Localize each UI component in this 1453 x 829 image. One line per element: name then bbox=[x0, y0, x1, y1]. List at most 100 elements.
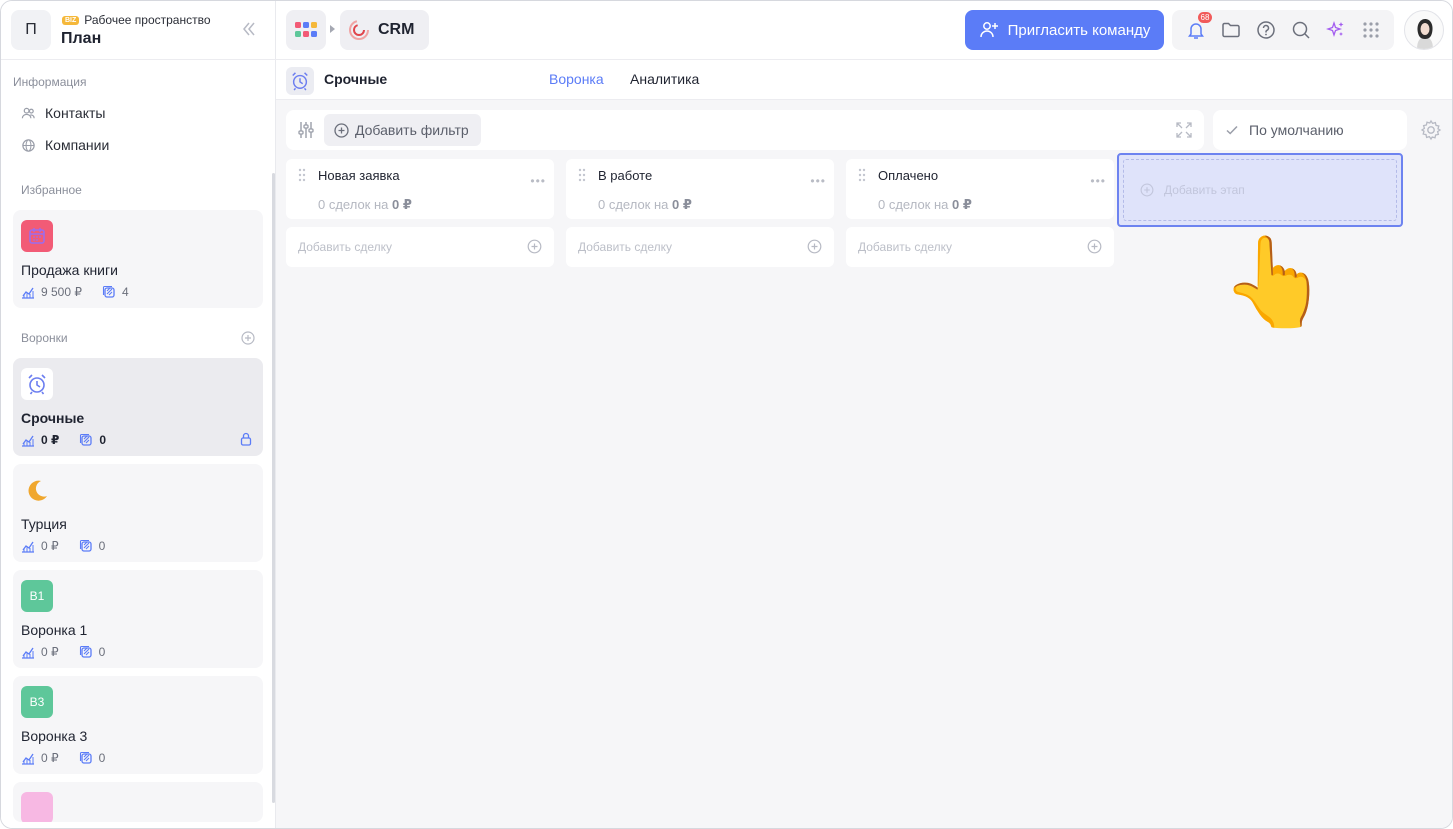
alarm-clock-icon bbox=[21, 368, 53, 400]
deals-icon bbox=[102, 285, 115, 298]
app-window: П BIZ Рабочее пространство План Информац… bbox=[0, 0, 1453, 829]
sidebar-item-contacts[interactable]: Контакты bbox=[21, 105, 105, 121]
stage-amount: 0 ₽ bbox=[952, 197, 972, 212]
workspace-avatar[interactable]: П bbox=[11, 10, 51, 50]
add-deal-button[interactable]: Добавить сделку bbox=[566, 227, 834, 267]
more-options-icon[interactable]: ••• bbox=[1090, 174, 1106, 188]
funnel-amount: 0 ₽ bbox=[41, 645, 59, 659]
add-deal-button[interactable]: Добавить сделку bbox=[286, 227, 554, 267]
drag-handle-icon[interactable] bbox=[578, 168, 586, 182]
workspace-header[interactable]: П BIZ Рабочее пространство План bbox=[1, 1, 276, 60]
globe-icon bbox=[22, 138, 35, 152]
invite-team-button[interactable]: Пригласить команду bbox=[965, 10, 1164, 50]
filter-bar: Добавить фильтр bbox=[286, 110, 1204, 150]
add-stage-button[interactable]: Добавить этап bbox=[1117, 153, 1403, 227]
drag-handle-icon[interactable] bbox=[858, 168, 866, 182]
plus-circle-icon bbox=[334, 122, 349, 138]
funnel-count: 0 bbox=[99, 433, 107, 447]
stage-name: Оплачено bbox=[878, 168, 939, 183]
lock-icon bbox=[240, 432, 252, 446]
files-button[interactable] bbox=[1220, 19, 1242, 41]
search-icon bbox=[1292, 21, 1310, 39]
apps-launcher-button[interactable] bbox=[286, 10, 326, 50]
toolbar-icons: 68 bbox=[1172, 10, 1394, 50]
workspace-title: План bbox=[61, 30, 102, 47]
search-button[interactable] bbox=[1290, 19, 1312, 41]
add-filter-label: Добавить фильтр bbox=[355, 122, 469, 138]
funnel-name: Воронка 3 bbox=[21, 728, 88, 744]
pointing-hand-icon: 👆 bbox=[1220, 232, 1330, 331]
funnel-count: 0 bbox=[98, 645, 106, 659]
funnel-card-voronka-3[interactable]: В3 Воронка 3 0 ₽ 0 bbox=[13, 676, 263, 774]
ai-assistant-button[interactable] bbox=[1325, 19, 1347, 41]
drag-handle-icon[interactable] bbox=[298, 168, 306, 182]
invite-team-label: Пригласить команду bbox=[1007, 21, 1151, 39]
stage-column-header[interactable]: В работе ••• 0 сделок на 0 ₽ bbox=[566, 159, 834, 219]
tab-funnel[interactable]: Воронка bbox=[549, 71, 604, 87]
crm-app-button[interactable]: CRM bbox=[340, 10, 429, 50]
more-apps-button[interactable] bbox=[1360, 19, 1382, 41]
funnel-stats: 0 ₽ 0 bbox=[21, 539, 105, 553]
bell-icon bbox=[1187, 23, 1204, 39]
notifications-button[interactable]: 68 bbox=[1185, 12, 1213, 41]
add-deal-button[interactable]: Добавить сделку bbox=[846, 227, 1114, 267]
gear-icon[interactable] bbox=[1420, 119, 1442, 141]
stage-column-header[interactable]: Новая заявка ••• 0 сделок на 0 ₽ bbox=[286, 159, 554, 219]
tab-analytics[interactable]: Аналитика bbox=[630, 71, 699, 87]
add-deal-label: Добавить сделку bbox=[298, 240, 393, 254]
view-preset-select[interactable]: По умолчанию bbox=[1213, 110, 1407, 150]
more-options-icon[interactable]: ••• bbox=[810, 174, 826, 188]
add-stage-dropzone[interactable]: Добавить этап bbox=[1123, 159, 1397, 221]
funnel-card-partial[interactable] bbox=[13, 782, 263, 822]
deals-icon bbox=[79, 539, 92, 552]
funnel-count: 0 bbox=[98, 539, 106, 553]
add-filter-button[interactable]: Добавить фильтр bbox=[324, 114, 481, 146]
check-icon bbox=[1226, 125, 1238, 135]
funnel-stats: 0 ₽ 0 bbox=[21, 751, 105, 765]
funnel-header: Срочные Воронка Аналитика bbox=[276, 60, 1452, 100]
funnel-name: Воронка 1 bbox=[21, 622, 88, 638]
contacts-label: Контакты bbox=[45, 105, 106, 121]
sidebar: П BIZ Рабочее пространство План Информац… bbox=[1, 1, 276, 828]
favorite-name: Продажа книги bbox=[21, 262, 118, 278]
stage-deals-text: 0 сделок на bbox=[318, 197, 389, 212]
collapse-sidebar-icon[interactable] bbox=[240, 19, 258, 39]
page-title: Срочные bbox=[324, 71, 388, 87]
workspace-subtitle-text: Рабочее пространство bbox=[84, 13, 211, 27]
funnel-initials-badge: В1 bbox=[21, 580, 53, 612]
funnel-card-voronka-1[interactable]: В1 Воронка 1 0 ₽ 0 bbox=[13, 570, 263, 668]
stage-column-header[interactable]: Оплачено ••• 0 сделок на 0 ₽ bbox=[846, 159, 1114, 219]
sidebar-scrollbar[interactable] bbox=[272, 173, 275, 803]
alarm-clock-icon bbox=[286, 67, 314, 95]
deals-icon bbox=[79, 645, 92, 658]
add-funnel-icon[interactable] bbox=[241, 331, 255, 345]
funnel-card-urgent[interactable]: Срочные 0 ₽ 0 bbox=[13, 358, 263, 456]
deals-icon bbox=[80, 433, 93, 446]
chart-icon bbox=[22, 753, 34, 765]
funnel-amount: 0 ₽ bbox=[41, 433, 60, 447]
companies-label: Компании bbox=[45, 137, 110, 153]
filter-settings-icon[interactable] bbox=[296, 120, 316, 140]
sidebar-item-companies[interactable]: Компании bbox=[21, 137, 109, 153]
funnel-amount: 0 ₽ bbox=[41, 751, 59, 765]
favorite-card-sale-book[interactable]: Продажа книги 9 500 ₽ 4 bbox=[13, 210, 263, 308]
crm-logo-icon bbox=[349, 20, 369, 40]
funnel-initials-badge bbox=[21, 792, 53, 822]
chart-icon bbox=[22, 541, 34, 553]
favorites-section-label: Избранное bbox=[21, 183, 82, 197]
expand-icon[interactable] bbox=[1174, 120, 1194, 140]
apps-grid-icon bbox=[295, 22, 317, 37]
funnel-count: 0 bbox=[98, 751, 106, 765]
sparkles-icon bbox=[1325, 20, 1343, 38]
help-button[interactable] bbox=[1255, 19, 1277, 41]
funnel-card-turkey[interactable]: Турция 0 ₽ 0 bbox=[13, 464, 263, 562]
funnel-stats: 0 ₽ 0 bbox=[21, 433, 106, 447]
favorite-amount: 9 500 ₽ bbox=[41, 285, 82, 299]
user-avatar[interactable] bbox=[1404, 10, 1444, 50]
help-icon bbox=[1256, 21, 1275, 39]
calendar-icon bbox=[21, 220, 53, 252]
more-options-icon[interactable]: ••• bbox=[530, 174, 546, 188]
view-preset-label: По умолчанию bbox=[1249, 122, 1344, 138]
stage-name: В работе bbox=[598, 168, 653, 183]
stage-amount: 0 ₽ bbox=[392, 197, 412, 212]
